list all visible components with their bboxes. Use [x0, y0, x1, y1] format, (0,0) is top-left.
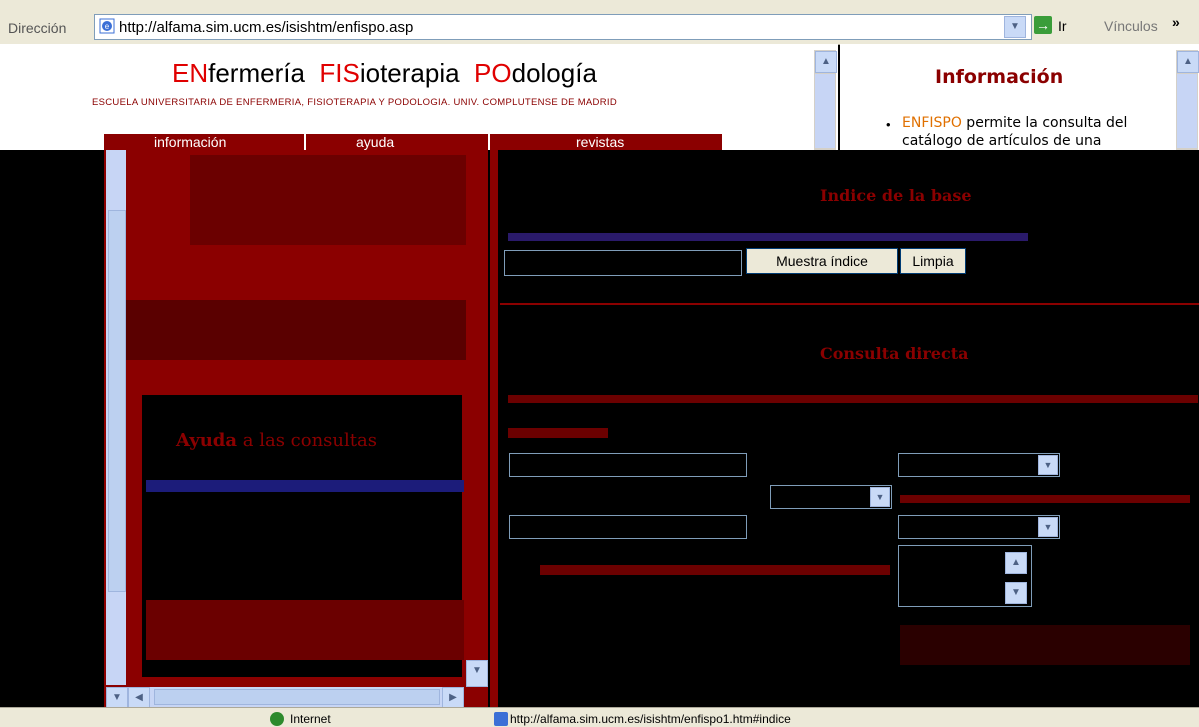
site-logo: ENfermería FISioterapia POdología — [172, 58, 597, 89]
ayuda-title-rest: a las consultas — [237, 430, 377, 451]
go-button[interactable]: Ir — [1058, 18, 1067, 34]
query-notes — [900, 625, 1190, 665]
page-icon: e — [99, 18, 115, 34]
school-subtitle: ESCUELA UNIVERSITARIA DE ENFERMERIA, FIS… — [92, 97, 617, 108]
info-bullet: • — [886, 117, 891, 132]
header-scrollbar[interactable]: ▲ — [814, 50, 837, 150]
logo-fermeria: fermería — [208, 58, 305, 88]
section-divider — [500, 303, 1199, 305]
ayuda-title-bold: Ayuda — [176, 430, 238, 451]
enfispo-link[interactable]: ENFISPO — [902, 115, 962, 131]
horizontal-scrollbar[interactable]: ◀ ▶ — [128, 687, 464, 709]
field-select-1[interactable]: ▼ — [898, 453, 1060, 477]
content-border — [490, 150, 498, 707]
scroll-down-icon[interactable]: ▼ — [1005, 582, 1027, 604]
show-index-button[interactable]: Muestra índice — [746, 248, 898, 274]
scroll-left-icon[interactable]: ◀ — [128, 687, 150, 709]
tab-revistas[interactable]: revistas — [576, 134, 624, 150]
index-instructions — [508, 233, 1028, 241]
address-bar: Dirección e http://alfama.sim.ucm.es/isi… — [0, 0, 1199, 45]
search-term-field-1[interactable] — [509, 453, 747, 477]
logo-fis: FIS — [319, 58, 360, 88]
links-more-icon[interactable]: » — [1172, 14, 1180, 30]
help-note-block — [146, 600, 464, 660]
help-text-block — [190, 155, 466, 245]
scroll-up-icon[interactable]: ▲ — [1177, 51, 1199, 73]
search-term-field-2[interactable] — [509, 515, 747, 539]
chevron-down-icon[interactable]: ▼ — [1038, 517, 1058, 537]
chevron-down-icon[interactable]: ▼ — [870, 487, 890, 507]
nav-divider — [304, 134, 306, 150]
operator-select[interactable]: ▼ — [770, 485, 892, 509]
info-text: ENFISPO permite la consulta del catálogo… — [902, 114, 1152, 150]
query-instructions — [508, 395, 1198, 403]
internet-zone-icon — [270, 712, 284, 726]
page-icon — [494, 712, 508, 726]
chevron-down-icon[interactable]: ▼ — [1038, 455, 1058, 475]
query-title: Consulta directa — [820, 344, 969, 363]
logo-po: PO — [474, 58, 512, 88]
tab-informacion[interactable]: información — [154, 134, 226, 150]
clear-button[interactable]: Limpia — [900, 248, 966, 274]
links-label[interactable]: Vínculos — [1104, 18, 1158, 34]
logo-ioterapia: ioterapia — [359, 58, 460, 88]
scroll-up-icon[interactable]: ▲ — [1005, 552, 1027, 574]
scroll-up-icon[interactable]: ▲ — [815, 51, 837, 73]
go-arrow-icon[interactable]: → — [1034, 16, 1052, 34]
operator-hint — [900, 495, 1190, 503]
scroll-thumb[interactable] — [815, 74, 835, 148]
address-label: Dirección — [8, 20, 67, 36]
listbox-label — [540, 565, 890, 575]
field-select-2[interactable]: ▼ — [898, 515, 1060, 539]
status-zone: Internet — [290, 712, 331, 726]
logo-dologia: dología — [511, 58, 597, 88]
ayuda-title: Ayuda a las consultas — [176, 430, 377, 451]
svg-text:e: e — [105, 22, 110, 31]
help-text-block — [126, 300, 466, 360]
address-url: http://alfama.sim.ucm.es/isishtm/enfispo… — [119, 19, 414, 36]
info-title: Información — [935, 66, 1064, 88]
hscroll-thumb[interactable] — [154, 689, 440, 705]
index-title: Indice de la base — [820, 186, 972, 205]
result-format-listbox[interactable]: ▲ ▼ — [898, 545, 1032, 607]
scroll-thumb[interactable] — [1177, 74, 1197, 148]
scroll-down-icon[interactable]: ▼ — [106, 687, 128, 709]
nav-divider — [488, 134, 490, 150]
scroll-right-icon[interactable]: ▶ — [442, 687, 464, 709]
address-dropdown-icon[interactable]: ▼ — [1004, 16, 1026, 38]
tab-ayuda[interactable]: ayuda — [356, 134, 394, 150]
address-input[interactable]: e http://alfama.sim.ucm.es/isishtm/enfis… — [94, 14, 1032, 40]
info-scrollbar[interactable]: ▲ — [1176, 50, 1199, 150]
index-search-input[interactable] — [504, 250, 742, 276]
help-link-line[interactable] — [146, 480, 464, 492]
status-url: http://alfama.sim.ucm.es/isishtm/enfispo… — [510, 712, 791, 726]
scroll-down-icon[interactable]: ▼ — [466, 660, 488, 687]
query-instructions — [508, 428, 608, 438]
left-scroll-thumb[interactable] — [108, 210, 126, 592]
logo-en: EN — [172, 58, 209, 88]
